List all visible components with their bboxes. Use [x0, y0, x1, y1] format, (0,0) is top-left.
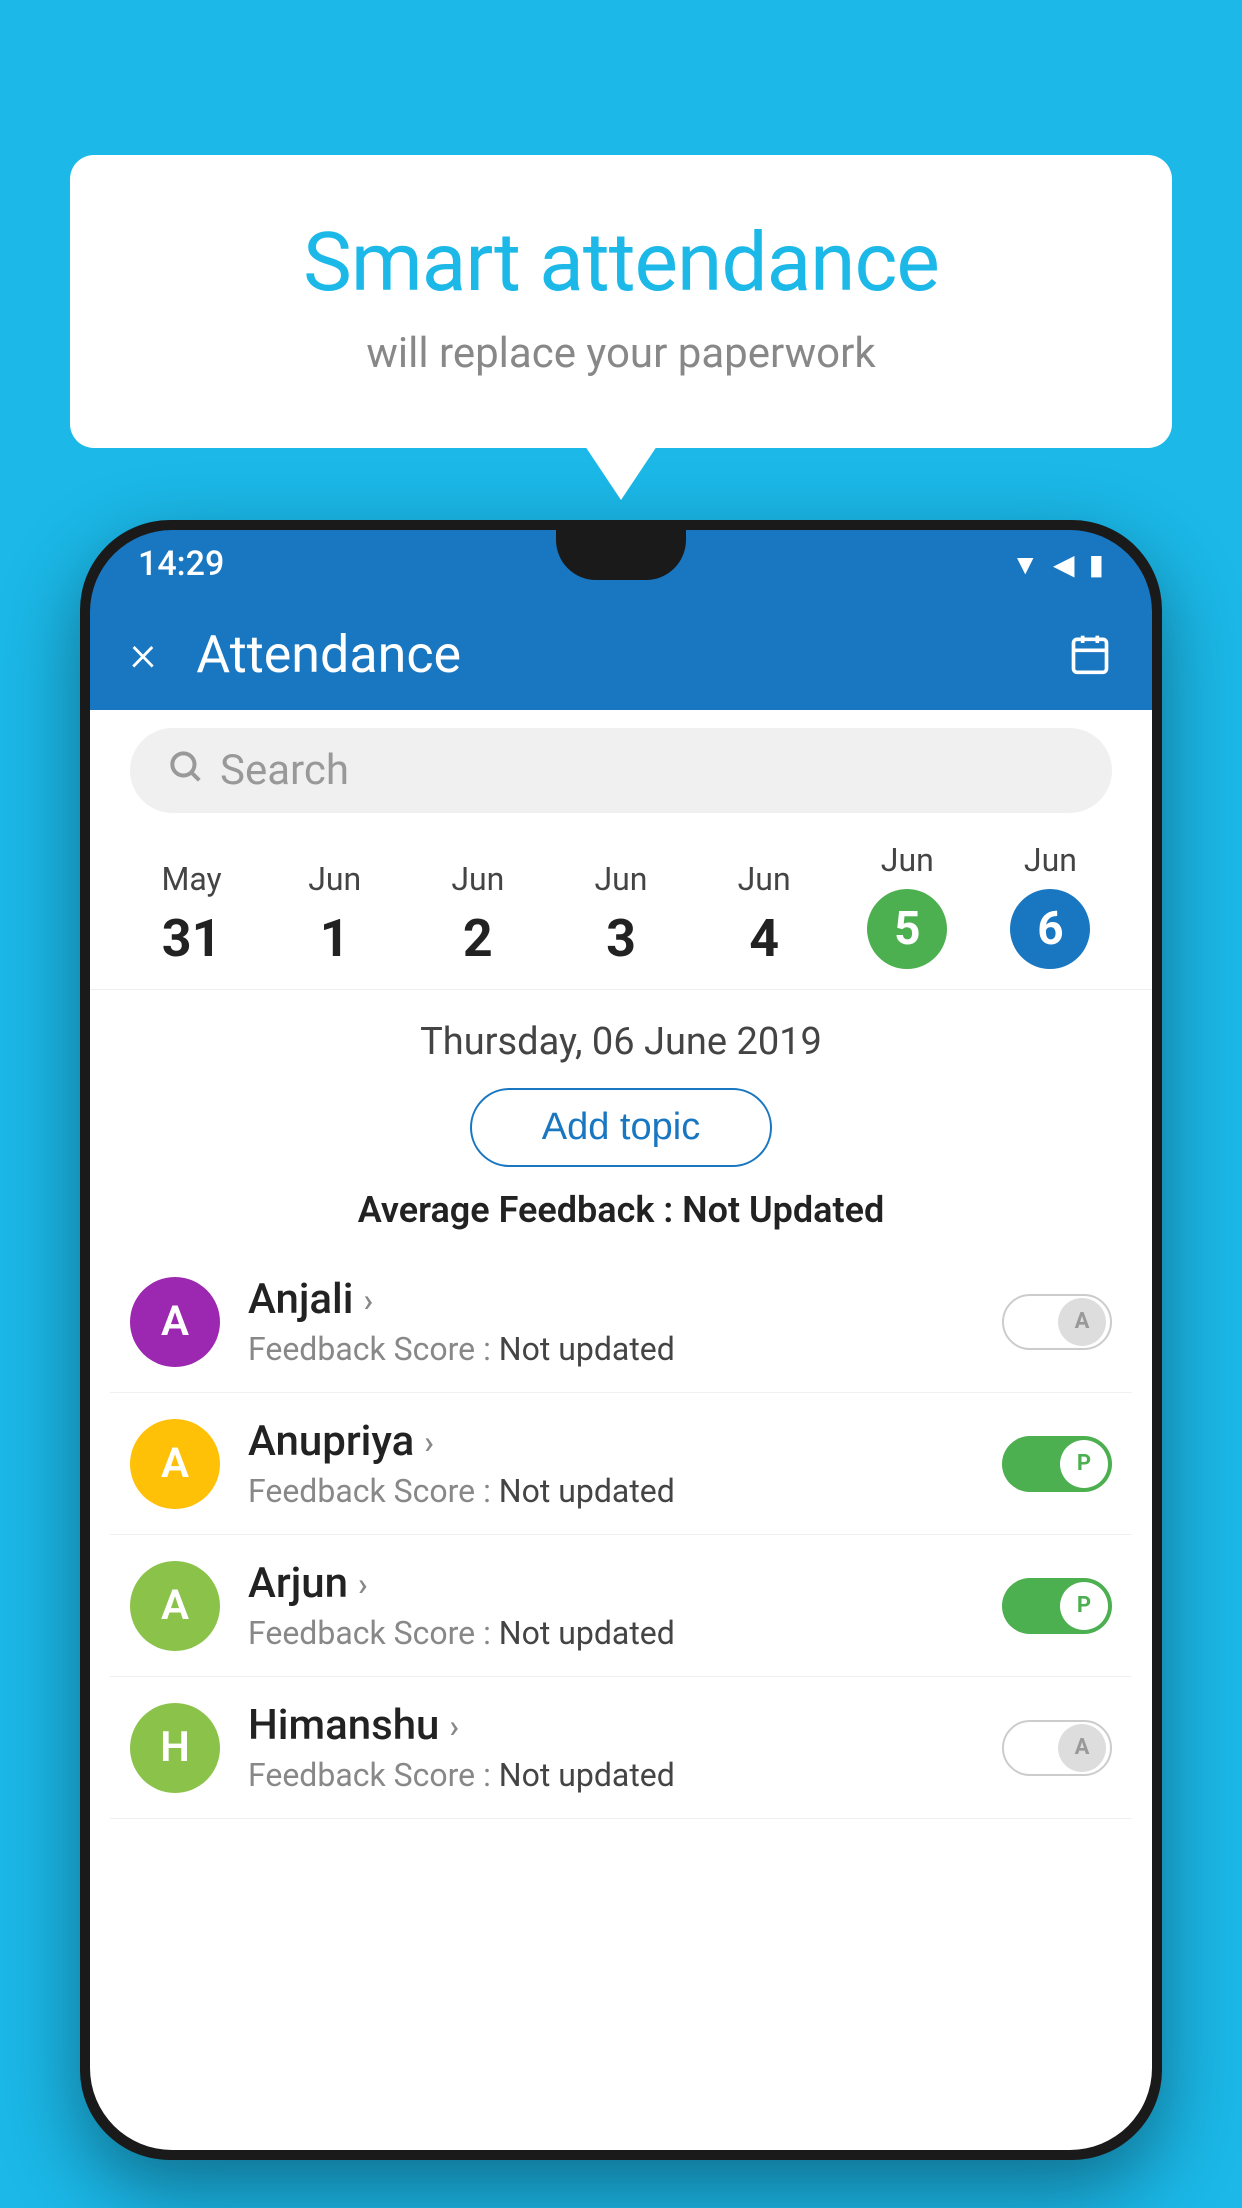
student-info-anupriya: Anupriya › Feedback Score : Not updated [248, 1417, 1002, 1510]
avatar-anjali: A [130, 1277, 220, 1367]
wifi-icon: ▼ [1011, 548, 1039, 581]
student-info-himanshu: Himanshu › Feedback Score : Not updated [248, 1701, 1002, 1794]
student-item-arjun[interactable]: A Arjun › Feedback Score : Not updated P [110, 1535, 1132, 1677]
screen-content: Search May 31 Jun 1 Jun 2 [90, 710, 1152, 2150]
student-info-anjali: Anjali › Feedback Score : Not updated [248, 1275, 1002, 1368]
search-placeholder: Search [220, 746, 349, 795]
student-item-anjali[interactable]: A Anjali › Feedback Score : Not updated … [110, 1251, 1132, 1393]
app-bar: × Attendance [90, 598, 1152, 710]
avatar-himanshu: H [130, 1703, 220, 1793]
date-col-jun2[interactable]: Jun 2 [406, 860, 549, 969]
toggle-anjali[interactable]: A [1002, 1294, 1112, 1350]
date-col-may31[interactable]: May 31 [120, 860, 263, 969]
search-bar: Search [90, 710, 1152, 831]
chevron-icon: › [358, 1565, 368, 1603]
add-topic-button[interactable]: Add topic [470, 1088, 772, 1167]
student-item-anupriya[interactable]: A Anupriya › Feedback Score : Not update… [110, 1393, 1132, 1535]
search-icon [166, 747, 204, 795]
phone-wrapper: 14:29 ▼ ◀ ▮ × Attendance [80, 520, 1162, 2208]
date-col-jun6-selected[interactable]: Jun 6 [979, 841, 1122, 969]
chevron-icon: › [449, 1707, 459, 1745]
date-strip: May 31 Jun 1 Jun 2 Jun 3 [90, 831, 1152, 990]
calendar-icon[interactable] [1068, 632, 1112, 676]
speech-bubble-container: Smart attendance will replace your paper… [70, 155, 1172, 448]
app-bar-title: Attendance [196, 624, 1068, 685]
toggle-anupriya[interactable]: P [1002, 1436, 1112, 1492]
bubble-title: Smart attendance [150, 215, 1092, 311]
status-icons: ▼ ◀ ▮ [1011, 548, 1104, 581]
date-col-jun1[interactable]: Jun 1 [263, 860, 406, 969]
close-button[interactable]: × [130, 625, 156, 683]
student-feedback-himanshu: Feedback Score : Not updated [248, 1756, 1002, 1794]
search-input-wrapper[interactable]: Search [130, 728, 1112, 813]
student-info-arjun: Arjun › Feedback Score : Not updated [248, 1559, 1002, 1652]
student-name-arjun: Arjun › [248, 1559, 1002, 1608]
phone-outer: 14:29 ▼ ◀ ▮ × Attendance [80, 520, 1162, 2160]
student-name-anjali: Anjali › [248, 1275, 1002, 1324]
signal-icon: ◀ [1053, 548, 1075, 581]
selected-date-section: Thursday, 06 June 2019 Add topic Average… [90, 990, 1152, 1251]
bubble-subtitle: will replace your paperwork [150, 329, 1092, 378]
phone-notch [556, 530, 686, 580]
battery-icon: ▮ [1089, 548, 1104, 581]
toggle-himanshu[interactable]: A [1002, 1720, 1112, 1776]
selected-date-label: Thursday, 06 June 2019 [130, 1020, 1112, 1064]
date-col-jun5-today[interactable]: Jun 5 [836, 841, 979, 969]
date-col-jun3[interactable]: Jun 3 [549, 860, 692, 969]
phone-screen: 14:29 ▼ ◀ ▮ × Attendance [90, 530, 1152, 2150]
student-name-anupriya: Anupriya › [248, 1417, 1002, 1466]
toggle-arjun[interactable]: P [1002, 1578, 1112, 1634]
chevron-icon: › [424, 1423, 434, 1461]
student-feedback-anupriya: Feedback Score : Not updated [248, 1472, 1002, 1510]
student-feedback-anjali: Feedback Score : Not updated [248, 1330, 1002, 1368]
date-col-jun4[interactable]: Jun 4 [693, 860, 836, 969]
status-time: 14:29 [138, 544, 224, 584]
avg-feedback: Average Feedback : Not Updated [130, 1189, 1112, 1231]
student-feedback-arjun: Feedback Score : Not updated [248, 1614, 1002, 1652]
student-list: A Anjali › Feedback Score : Not updated … [90, 1251, 1152, 1819]
avatar-arjun: A [130, 1561, 220, 1651]
speech-bubble: Smart attendance will replace your paper… [70, 155, 1172, 448]
student-name-himanshu: Himanshu › [248, 1701, 1002, 1750]
student-item-himanshu[interactable]: H Himanshu › Feedback Score : Not update… [110, 1677, 1132, 1819]
avatar-anupriya: A [130, 1419, 220, 1509]
chevron-icon: › [363, 1281, 373, 1319]
